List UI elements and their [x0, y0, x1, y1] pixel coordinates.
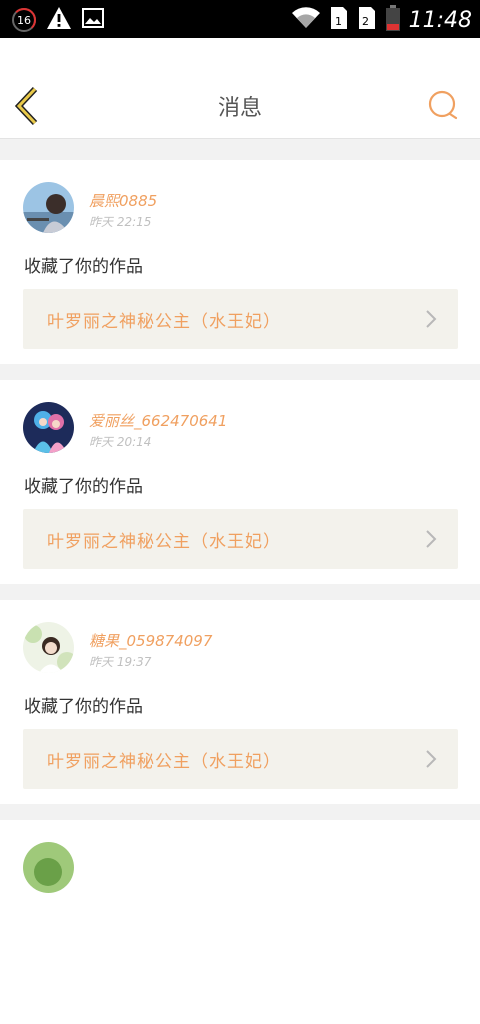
work-title: 叶罗丽之神秘公主（水王妃）	[47, 532, 281, 552]
work-title: 叶罗丽之神秘公主（水王妃）	[47, 752, 281, 772]
page-title: 消息	[217, 96, 262, 121]
avatar[interactable]	[23, 182, 74, 233]
username[interactable]: 晨熙0885	[89, 190, 157, 211]
search-icon	[428, 90, 458, 120]
avatar[interactable]	[23, 402, 74, 453]
sim2-icon: 2	[357, 5, 377, 35]
username[interactable]: 爱丽丝_662470641	[89, 410, 227, 431]
work-link[interactable]: 叶罗丽之神秘公主（水王妃）	[23, 289, 458, 349]
message-action: 收藏了你的作品	[24, 697, 143, 717]
work-title: 叶罗丽之神秘公主（水王妃）	[47, 312, 281, 332]
status-right: 1 2 11:48	[291, 4, 472, 36]
username[interactable]: 糖果_059874097	[89, 630, 212, 651]
notification-count-badge: 16	[12, 8, 36, 32]
work-link[interactable]: 叶罗丽之神秘公主（水王妃）	[23, 729, 458, 789]
search-button[interactable]	[428, 90, 460, 122]
message-card	[0, 820, 480, 1024]
sim1-icon: 1	[329, 5, 349, 35]
message-card: 爱丽丝_662470641 昨天 20:14 收藏了你的作品 叶罗丽之神秘公主（…	[0, 380, 480, 584]
warning-icon	[46, 6, 72, 34]
chevron-right-icon	[426, 310, 437, 328]
message-card: 糖果_059874097 昨天 19:37 收藏了你的作品 叶罗丽之神秘公主（水…	[0, 600, 480, 804]
avatar[interactable]	[23, 622, 74, 673]
app-header: 消息	[0, 38, 480, 139]
image-icon	[82, 8, 104, 32]
work-link[interactable]: 叶罗丽之神秘公主（水王妃）	[23, 509, 458, 569]
chevron-right-icon	[426, 750, 437, 768]
message-action: 收藏了你的作品	[24, 257, 143, 277]
status-bar: 16 1 2 11:48	[0, 0, 480, 38]
message-time: 昨天 19:37	[89, 655, 152, 669]
avatar[interactable]	[23, 842, 74, 893]
message-action: 收藏了你的作品	[24, 477, 143, 497]
chevron-right-icon	[426, 530, 437, 548]
clock: 11:48	[408, 7, 472, 33]
svg-text:2: 2	[362, 15, 369, 28]
status-left: 16	[12, 6, 104, 34]
message-time: 昨天 20:14	[89, 435, 152, 449]
message-time: 昨天 22:15	[89, 215, 152, 229]
message-card: 晨熙0885 昨天 22:15 收藏了你的作品 叶罗丽之神秘公主（水王妃）	[0, 160, 480, 364]
wifi-icon	[291, 6, 321, 34]
battery-icon	[385, 4, 401, 36]
svg-text:1: 1	[335, 15, 342, 28]
notification-count: 16	[17, 13, 31, 27]
